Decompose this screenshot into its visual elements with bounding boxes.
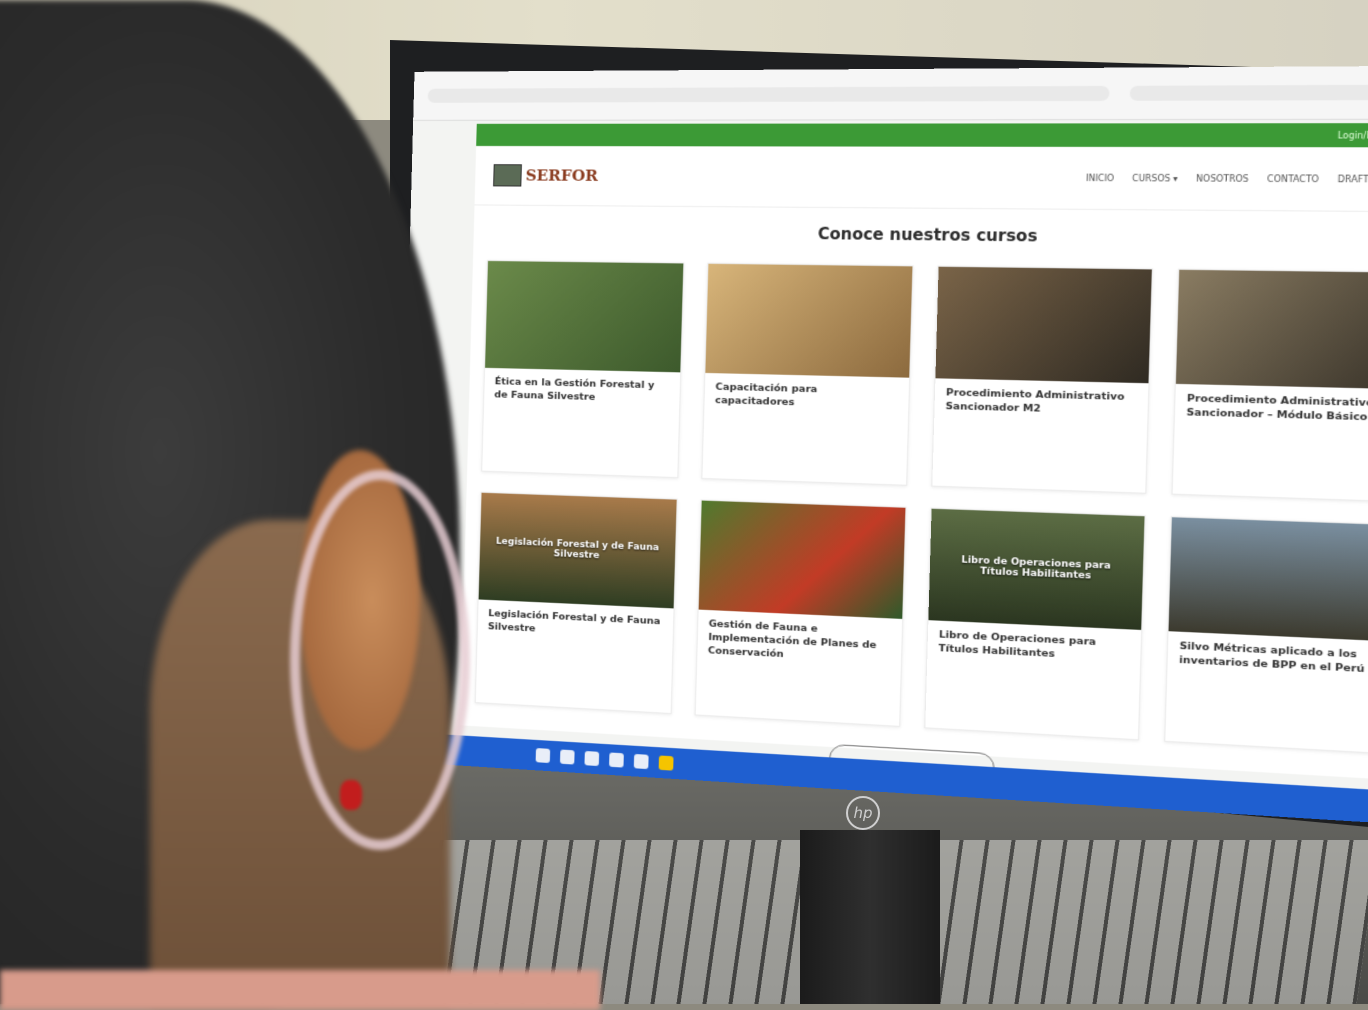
course-card[interactable]: Procedimiento Administrativo Sancionador…	[931, 266, 1153, 494]
main-nav: INICIO CURSOS ▾ NOSOTROS CONTACTO DRAFT …	[1086, 168, 1368, 190]
explorer-icon[interactable]	[659, 755, 674, 770]
site-header: SERFOR INICIO CURSOS ▾ NOSOTROS CONTACTO…	[475, 146, 1368, 212]
course-thumbnail: Libro de Operaciones para Títulos Habili…	[928, 509, 1144, 630]
browser-icon[interactable]	[560, 749, 575, 764]
folder-icon[interactable]	[584, 751, 599, 766]
hp-logo: hp	[846, 796, 880, 830]
course-thumbnail	[699, 501, 906, 619]
course-title[interactable]: Ética en la Gestión Forestal y de Fauna …	[484, 368, 681, 426]
login-link[interactable]: Login/Registro	[1338, 130, 1368, 140]
course-card[interactable]: Gestión de Fauna e Implementación de Pla…	[695, 499, 907, 726]
top-strip: Login/Registro	[476, 123, 1368, 147]
course-thumbnail	[485, 261, 683, 372]
course-grid: Ética en la Gestión Forestal y de Fauna …	[461, 260, 1368, 756]
site-logo[interactable]: SERFOR	[493, 164, 598, 187]
course-card[interactable]: Silvo Métricas aplicado a los inventario…	[1164, 516, 1368, 754]
monitor-stand	[800, 830, 940, 1004]
course-thumbnail	[1169, 517, 1368, 641]
nav-inicio[interactable]: INICIO	[1086, 173, 1114, 183]
address-bar[interactable]	[428, 86, 1110, 103]
start-icon[interactable]	[536, 748, 551, 763]
mail-icon[interactable]	[634, 754, 649, 769]
course-thumbnail	[705, 264, 912, 378]
logo-icon	[493, 164, 522, 186]
person-shirt	[0, 970, 600, 1010]
course-card[interactable]: Libro de Operaciones para Títulos Habili…	[924, 508, 1146, 741]
course-thumbnail: Legislación Forestal y de Fauna Silvestr…	[479, 493, 677, 609]
course-card[interactable]: Legislación Forestal y de Fauna Silvestr…	[475, 492, 678, 714]
bookmarks-bar	[1130, 85, 1368, 101]
earring	[340, 780, 362, 810]
nav-nosotros[interactable]: NOSOTROS	[1196, 173, 1249, 183]
monitor-screen: Login/Registro SERFOR INICIO CURSOS ▾ NO…	[395, 66, 1368, 826]
course-card[interactable]: Ética en la Gestión Forestal y de Fauna …	[481, 260, 684, 478]
nav-draft[interactable]: DRAFT	[1338, 174, 1368, 184]
section-title: Conoce nuestros cursos	[474, 222, 1368, 250]
nav-cursos[interactable]: CURSOS ▾	[1132, 173, 1178, 183]
course-card[interactable]: Procedimiento Administrativo Sancionador…	[1171, 269, 1368, 502]
serfor-website: Login/Registro SERFOR INICIO CURSOS ▾ NO…	[460, 123, 1368, 780]
course-title[interactable]: Procedimiento Administrativo Sancionador…	[934, 378, 1149, 439]
course-title[interactable]: Capacitación para capacitadores	[704, 373, 909, 432]
course-card[interactable]: Capacitación para capacitadores	[701, 263, 913, 486]
store-icon[interactable]	[609, 752, 624, 767]
course-thumbnail	[935, 267, 1151, 384]
course-title[interactable]: Procedimiento Administrativo Sancionador…	[1174, 384, 1368, 446]
face-mask-strap	[290, 470, 470, 850]
browser-toolbar	[413, 66, 1368, 121]
nav-contacto[interactable]: CONTACTO	[1267, 174, 1319, 184]
logo-text: SERFOR	[525, 168, 598, 184]
course-thumbnail	[1176, 270, 1368, 389]
